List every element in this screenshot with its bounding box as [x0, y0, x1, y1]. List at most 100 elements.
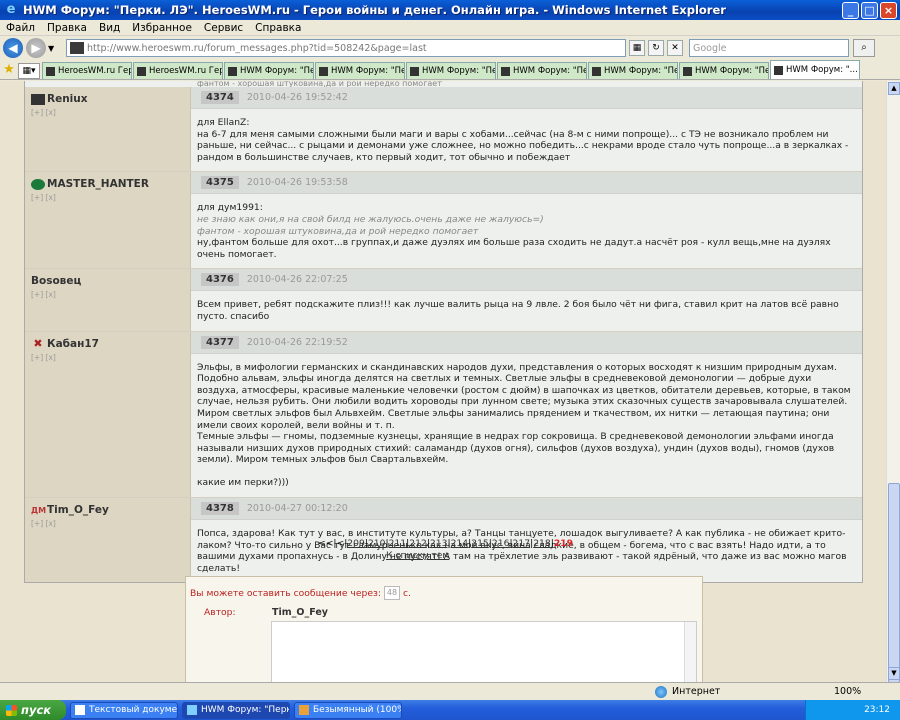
page-link[interactable]: 216 — [492, 538, 510, 549]
page-link[interactable]: 215 — [471, 538, 489, 549]
post-number[interactable]: 4377 — [201, 335, 239, 349]
start-label: пуск — [21, 703, 52, 717]
close-button[interactable]: × — [880, 1, 897, 19]
post-number[interactable]: 4376 — [201, 273, 239, 287]
page-scrollbar[interactable]: ▲ ▼ — [886, 81, 900, 683]
author-label: Автор: — [204, 607, 236, 618]
post-header: 4376 2010-04-26 22:07:25 — [191, 269, 862, 292]
tab-item[interactable]: HWM Форум: "Пер... — [588, 62, 678, 79]
wait-text: Вы можете оставить сообщение через: — [190, 587, 381, 599]
tab-item[interactable]: HWM Форум: "Пер... — [224, 62, 314, 79]
boar-clan-icon: ✖ — [33, 337, 43, 351]
back-button[interactable]: ◀ — [3, 38, 23, 58]
page-link[interactable]: 218 — [533, 538, 551, 549]
page-link[interactable]: 209 — [347, 538, 365, 549]
post-number[interactable]: 4374 — [201, 91, 239, 104]
scroll-down-icon[interactable]: ▼ — [888, 667, 900, 680]
search-button[interactable]: ⌕ — [853, 39, 875, 57]
menu-tools[interactable]: Сервис — [198, 22, 249, 34]
menu-favorites[interactable]: Избранное — [126, 22, 198, 34]
windows-logo-icon — [6, 704, 17, 716]
security-zone[interactable]: Интернет — [655, 685, 720, 698]
taskbar-item[interactable]: Текстовый докумен... — [70, 701, 178, 719]
quick-tabs-icon[interactable]: ▦▾ — [18, 63, 40, 79]
maximize-button[interactable]: □ — [861, 1, 878, 19]
menu-edit[interactable]: Правка — [41, 22, 93, 34]
tab-label: HWM Форум: "Пер... — [240, 66, 314, 76]
window-title: HWM Форум: "Перки. ЛЭ". HeroesWM.ru - Ге… — [23, 3, 726, 17]
history-dropdown-icon[interactable]: ▼ — [48, 44, 58, 53]
author-name[interactable]: Reniux — [47, 93, 88, 105]
globe-icon — [655, 685, 667, 698]
author-name[interactable]: Кабан17 — [47, 338, 99, 350]
pager-first-prev[interactable]: <<|<| — [318, 538, 347, 549]
stop-icon[interactable]: ✕ — [667, 40, 683, 56]
post-author[interactable]: ✖ Кабан17 — [31, 338, 184, 350]
start-button[interactable]: пуск — [0, 700, 66, 720]
clock[interactable]: 23:12 — [864, 705, 890, 715]
message-textarea[interactable] — [271, 621, 697, 682]
tab-item[interactable]: HeroesWM.ru Гер... — [133, 62, 223, 79]
page-link[interactable]: 213 — [430, 538, 448, 549]
tab-item[interactable]: HWM Форум: "Пер... — [315, 62, 405, 79]
page-link[interactable]: 217 — [513, 538, 531, 549]
clan-emblem-icon — [31, 178, 45, 190]
minimize-button[interactable]: _ — [842, 1, 859, 19]
menu-help[interactable]: Справка — [249, 22, 307, 34]
textarea-scrollbar[interactable] — [684, 622, 696, 682]
tab-item-active[interactable]: HWM Форум: "...× — [770, 60, 860, 79]
post-author[interactable]: MASTER_HANTER — [31, 178, 184, 190]
current-page: 219 — [553, 538, 574, 549]
address-toolbar: ◀ ▶ ▼ http://www.heroeswm.ru/forum_messa… — [0, 36, 900, 60]
tab-label: HWM Форум: "Пер... — [331, 66, 405, 76]
forward-button[interactable]: ▶ — [26, 38, 46, 58]
compatibility-icon[interactable]: ▦ — [629, 40, 645, 56]
tab-item[interactable]: HWM Форум: "Пер... — [497, 62, 587, 79]
tab-label: HWM Форум: "Пер... — [513, 66, 587, 76]
post-number[interactable]: 4375 — [201, 176, 239, 190]
scroll-up-icon[interactable]: ▲ — [888, 82, 900, 95]
system-tray: 23:12 — [805, 700, 900, 720]
tab-close-icon[interactable]: × — [858, 65, 859, 75]
taskbar-item-active[interactable]: HWM Форум: "Перки... — [182, 701, 290, 719]
favorites-star-icon[interactable]: ★ — [0, 61, 18, 79]
tab-item[interactable]: HeroesWM.ru Гер... — [42, 62, 132, 79]
post-date: 2010-04-26 19:52:42 — [246, 92, 348, 103]
tab-label: HWM Форум: "... — [786, 65, 858, 75]
back-to-topics-link[interactable]: К списку тем — [386, 550, 449, 561]
tab-strip: ★ ▦▾ HeroesWM.ru Гер... HeroesWM.ru Гер.… — [0, 60, 900, 80]
address-url[interactable]: http://www.heroeswm.ru/forum_messages.ph… — [87, 43, 625, 54]
post-author-panel: ✖ Кабан17 [+] [x] — [25, 331, 191, 498]
address-field[interactable]: http://www.heroeswm.ru/forum_messages.ph… — [66, 39, 626, 57]
search-input[interactable]: Google — [689, 39, 849, 57]
tab-item[interactable]: HWM Форум: "Пер... — [406, 62, 496, 79]
post-text: Попса, здарова! Как тут у вас, в институ… — [197, 528, 847, 574]
reply-form: Вы можете оставить сообщение через: 48 с… — [185, 576, 703, 682]
post-quote: фантом - хорошая штуковина,да и рой нере… — [197, 225, 479, 237]
refresh-icon[interactable]: ↻ — [648, 40, 664, 56]
post-text: для EllanZ: на 6-7 для меня самыми сложн… — [197, 117, 849, 163]
author-name[interactable]: MASTER_HANTER — [47, 178, 149, 190]
zoom-level[interactable]: 100% — [834, 686, 861, 697]
author-meta: [+] [x] — [31, 290, 56, 300]
menu-view[interactable]: Вид — [93, 22, 126, 34]
page-link[interactable]: 212 — [409, 538, 427, 549]
post-author[interactable]: Вosовец — [31, 275, 184, 287]
post-author[interactable]: ДМ Tim_O_Fey — [31, 504, 184, 516]
page-link[interactable]: 210 — [368, 538, 386, 549]
forum-post: Reniux [+] [x] 4374 2010-04-26 19:52:42 д… — [25, 87, 862, 173]
taskbar-item[interactable]: Безымянный (100%)... — [294, 701, 402, 719]
post-author[interactable]: Reniux — [31, 93, 184, 105]
post-author-panel: MASTER_HANTER [+] [x] — [25, 172, 191, 269]
tab-label: HWM Форум: "Пер... — [695, 66, 769, 76]
post-number[interactable]: 4378 — [201, 502, 239, 516]
scroll-thumb[interactable] — [888, 483, 900, 683]
tab-label: HeroesWM.ru Гер... — [58, 66, 131, 76]
author-name[interactable]: Tim_O_Fey — [47, 504, 109, 516]
page-link[interactable]: 214 — [451, 538, 469, 549]
menu-file[interactable]: Файл — [0, 22, 41, 34]
window-titlebar[interactable]: e HWM Форум: "Перки. ЛЭ". HeroesWM.ru - … — [0, 0, 900, 20]
page-link[interactable]: 211 — [389, 538, 407, 549]
tab-item[interactable]: HWM Форум: "Пер... — [679, 62, 769, 79]
author-name[interactable]: Вosовец — [31, 275, 81, 287]
